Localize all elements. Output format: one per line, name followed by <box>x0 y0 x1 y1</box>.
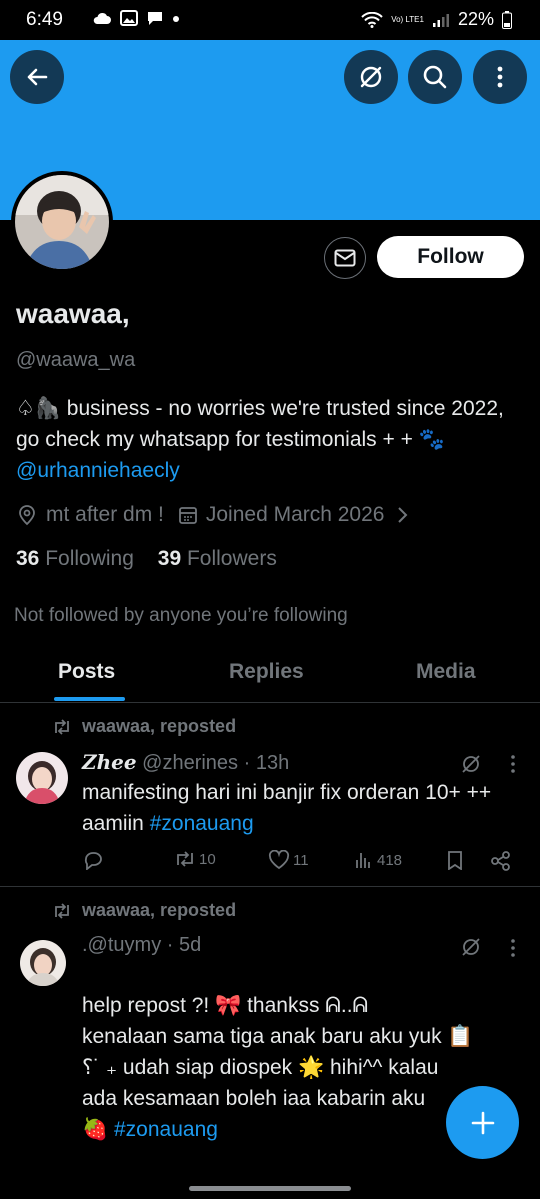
status-right: Vo) LTE1 22% <box>361 9 512 30</box>
tab-media[interactable]: Media <box>416 660 476 684</box>
repost-label: waawaa, reposted <box>82 900 237 920</box>
chat-icon <box>148 12 162 25</box>
not-followed-note: Not followed by anyone you’re following <box>14 605 348 626</box>
plus-icon <box>471 1111 494 1134</box>
battery-text: 22% <box>457 9 494 29</box>
following-count: 36 <box>16 547 40 570</box>
joined-date: Joined March 2026 <box>205 503 385 526</box>
post-line: ⸮˙ ₊ udah siap diospek 🌟 hihi^^ kalau <box>82 1056 439 1079</box>
wifi-icon <box>361 11 383 28</box>
tab-replies[interactable]: Replies <box>229 660 304 684</box>
profile-name: waawaa, <box>16 298 130 329</box>
post-author-avatar[interactable] <box>16 752 68 804</box>
bar-chart-icon <box>356 853 370 868</box>
tab-posts[interactable]: Posts <box>58 660 115 684</box>
signal-icon <box>432 13 449 27</box>
followers-link[interactable]: 39 Followers <box>158 547 277 570</box>
post-line: help repost ?! 🎀 thankss ᕱ..ᕱ <box>82 994 369 1017</box>
heart-icon <box>268 850 290 870</box>
repost-button[interactable]: 10 <box>174 850 216 868</box>
author-avatar-image <box>16 752 68 804</box>
more-button[interactable] <box>473 50 527 104</box>
post-more-icon[interactable] <box>509 938 517 958</box>
follow-counts: 36 Following 39 Followers <box>16 547 277 571</box>
location-text: mt after dm ! <box>46 503 164 526</box>
post-header: Zhee @zherines · 13h <box>82 750 289 775</box>
status-bar: 6:49 Vo) LTE1 22% <box>0 0 540 40</box>
post-divider <box>0 886 540 887</box>
post-hashtag[interactable]: #zonauang <box>150 812 254 835</box>
strawberry-emoji: 🍓 <box>82 1118 109 1141</box>
profile-bio: ♤🦍 business - no worries we're trusted s… <box>16 393 526 486</box>
avatar-image <box>15 175 109 269</box>
views-button[interactable]: 418 <box>354 850 402 870</box>
author-handle-time: @zherines · 13h <box>142 752 290 774</box>
reply-button[interactable] <box>82 850 104 870</box>
search-button[interactable] <box>408 50 462 104</box>
active-tab-indicator <box>54 697 125 701</box>
home-indicator[interactable] <box>189 1186 351 1191</box>
notification-icons <box>92 10 180 26</box>
cloud-icon <box>93 12 111 24</box>
gallery-icon <box>120 10 138 26</box>
profile-tabs: Posts Replies Media <box>0 640 540 703</box>
following-link[interactable]: 36 Following <box>16 547 134 570</box>
post-text: manifesting hari ini banjir fix orderan … <box>82 777 522 839</box>
search-icon <box>423 65 447 89</box>
author-handle-time: .@tuymy · 5d <box>82 934 202 956</box>
profile-avatar[interactable] <box>11 171 113 273</box>
grok-analyze-icon[interactable] <box>460 753 482 775</box>
follow-button[interactable]: Follow <box>377 236 524 278</box>
bio-text: ♤🦍 business - no worries we're trusted s… <box>16 397 504 451</box>
post-line: kenalaan sama tiga anak baru aku yuk 📋 <box>82 1025 474 1048</box>
location-pin-icon <box>19 505 35 526</box>
dot-icon <box>173 16 179 22</box>
author-avatar-image <box>20 940 66 986</box>
like-button[interactable]: 11 <box>268 850 309 870</box>
more-vertical-icon <box>497 66 503 88</box>
following-label: Following <box>45 547 134 570</box>
share-icon <box>491 851 510 871</box>
post-more-icon[interactable] <box>509 754 517 774</box>
message-button[interactable] <box>324 237 366 279</box>
author-name[interactable]: Zhee <box>82 750 137 774</box>
back-button[interactable] <box>10 50 64 104</box>
repost-count: 10 <box>199 850 216 868</box>
reply-icon <box>84 852 102 870</box>
slash-circle-icon <box>360 66 382 88</box>
grok-button[interactable] <box>344 50 398 104</box>
arrow-left-icon <box>27 68 48 86</box>
bookmark-button[interactable] <box>446 850 464 870</box>
post-header: .@tuymy · 5d <box>82 934 201 957</box>
share-button[interactable] <box>490 850 512 872</box>
repost-label: waawaa, reposted <box>82 716 237 736</box>
network-label: Vo) LTE1 <box>391 15 424 24</box>
post-item[interactable]: waawaa, reposted Zhee @zherines · 13h ma… <box>0 704 540 886</box>
compose-button[interactable] <box>446 1086 519 1159</box>
post-hashtag[interactable]: #zonauang <box>114 1118 218 1141</box>
like-count: 11 <box>293 851 309 869</box>
chevron-right-icon[interactable] <box>396 505 408 525</box>
repost-icon <box>55 902 69 919</box>
repost-indicator: waawaa, reposted <box>52 716 236 737</box>
battery-icon <box>502 10 512 29</box>
followers-label: Followers <box>186 547 277 570</box>
repost-icon <box>177 851 193 867</box>
post-body: manifesting hari ini banjir fix orderan … <box>82 781 492 835</box>
repost-indicator: waawaa, reposted <box>52 900 236 921</box>
view-count: 418 <box>377 851 403 869</box>
status-time: 6:49 <box>26 9 63 30</box>
bookmark-icon <box>448 851 462 870</box>
profile-handle: @waawa_wa <box>16 349 136 371</box>
followers-count: 39 <box>157 547 182 570</box>
calendar-icon <box>178 507 197 524</box>
repost-icon <box>55 718 69 735</box>
bio-mention-link[interactable]: @urhanniehaecly <box>16 459 180 482</box>
grok-analyze-icon[interactable] <box>460 936 482 958</box>
post-author-avatar[interactable] <box>20 940 66 986</box>
mail-icon <box>334 249 356 267</box>
profile-meta: mt after dm ! Joined March 2026 <box>16 503 416 527</box>
